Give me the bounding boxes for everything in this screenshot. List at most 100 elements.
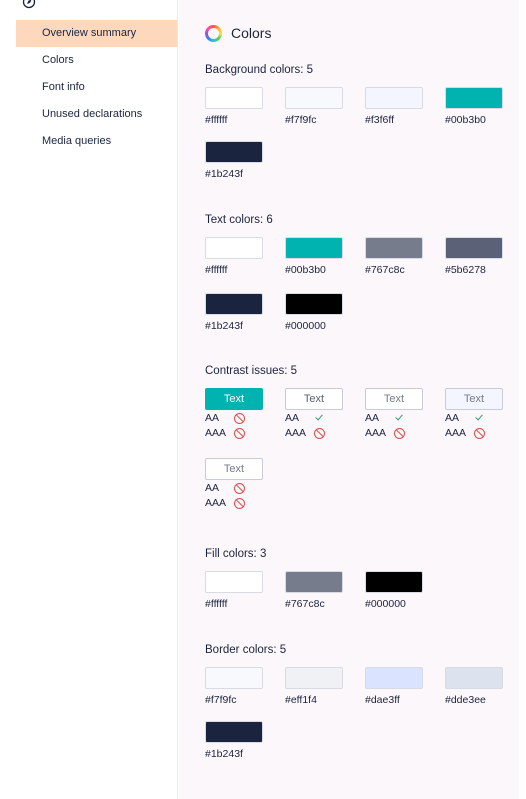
swatch-item[interactable]: #ffffff	[205, 571, 265, 610]
sidebar-item-unused-declarations[interactable]: Unused declarations	[16, 101, 177, 128]
contrast-sample[interactable]: Text	[285, 388, 343, 410]
contrast-sample[interactable]: Text	[445, 388, 503, 410]
aa-rating: AA	[445, 411, 505, 425]
compass-icon[interactable]	[22, 0, 36, 10]
aaa-rating-label: AAA	[205, 427, 227, 439]
swatch-item[interactable]: #767c8c	[365, 237, 425, 276]
aaa-rating-label: AAA	[205, 497, 227, 509]
aa-rating-label: AA	[205, 482, 220, 494]
aaa-rating-label: AAA	[285, 427, 307, 439]
aa-rating: AA	[205, 411, 265, 425]
color-swatch[interactable]	[285, 293, 343, 315]
sidebar-item-media-queries[interactable]: Media queries	[16, 128, 177, 155]
swatch-item[interactable]: #1b243f	[205, 721, 265, 760]
fail-icon	[234, 412, 245, 424]
contrast-sample[interactable]: Text	[205, 388, 263, 410]
color-swatch[interactable]	[365, 237, 423, 259]
swatch-label: #000000	[285, 320, 326, 332]
aaa-rating: AAA	[285, 426, 345, 440]
swatch-item[interactable]: #1b243f	[205, 141, 265, 180]
contrast-item[interactable]: Text AA AAA	[365, 388, 425, 440]
swatch-item[interactable]: #000000	[285, 293, 345, 332]
swatch-label: #f3f6ff	[365, 114, 394, 126]
color-swatch[interactable]	[205, 141, 263, 163]
contrast-item[interactable]: Text AA AAA	[285, 388, 345, 440]
swatch-label: #f7f9fc	[285, 114, 317, 126]
color-swatch[interactable]	[205, 87, 263, 109]
color-swatch[interactable]	[445, 237, 503, 259]
section-title: Border colors: 5	[205, 644, 287, 656]
color-swatch[interactable]	[365, 87, 423, 109]
background-colors-section: Background colors: 5 #ffffff #f7f9fc #f3…	[205, 63, 515, 180]
aaa-rating: AAA	[205, 426, 265, 440]
contrast-sample[interactable]: Text	[365, 388, 423, 410]
swatch-label: #00b3b0	[285, 264, 326, 276]
swatch-item[interactable]: #1b243f	[205, 293, 265, 332]
color-swatch[interactable]	[205, 667, 263, 689]
main-panel: Colors Background colors: 5 #ffffff #f7f…	[179, 0, 519, 799]
contrast-sample[interactable]: Text	[205, 458, 263, 480]
swatch-item[interactable]: #00b3b0	[445, 87, 505, 126]
contrast-item[interactable]: Text AA AAA	[205, 388, 265, 440]
swatch-item[interactable]: #000000	[365, 571, 425, 610]
contrast-item[interactable]: Text AA AAA	[445, 388, 505, 440]
swatch-item[interactable]: #ffffff	[205, 87, 265, 126]
swatch-item[interactable]: #f7f9fc	[205, 667, 265, 706]
aaa-rating: AAA	[365, 426, 425, 440]
swatch-label: #767c8c	[285, 598, 325, 610]
sidebar-item-font-info[interactable]: Font info	[16, 74, 177, 101]
fail-icon	[314, 427, 325, 439]
aaa-rating: AAA	[445, 426, 505, 440]
aa-rating: AA	[365, 411, 425, 425]
section-title: Text colors: 6	[205, 214, 273, 226]
color-swatch[interactable]	[445, 87, 503, 109]
swatch-item[interactable]: #dae3ff	[365, 667, 425, 706]
swatch-label: #ffffff	[205, 114, 228, 126]
swatch-item[interactable]: #f7f9fc	[285, 87, 345, 126]
checkmark-icon	[314, 413, 325, 424]
swatch-label: #5b6278	[445, 264, 486, 276]
swatch-label: #ffffff	[205, 598, 228, 610]
swatch-item[interactable]: #767c8c	[285, 571, 345, 610]
color-swatch[interactable]	[285, 237, 343, 259]
sidebar-item-colors[interactable]: Colors	[16, 47, 177, 74]
color-swatch[interactable]	[285, 87, 343, 109]
aa-rating: AA	[205, 481, 265, 495]
contrast-item[interactable]: Text AA AAA	[205, 458, 265, 510]
color-swatch[interactable]	[205, 293, 263, 315]
swatch-item[interactable]: #5b6278	[445, 237, 505, 276]
swatch-label: #000000	[365, 598, 406, 610]
sidebar: Overview summary Colors Font info Unused…	[16, 0, 178, 799]
swatch-label: #f7f9fc	[205, 694, 237, 706]
color-swatch[interactable]	[445, 667, 503, 689]
swatch-item[interactable]: #00b3b0	[285, 237, 345, 276]
page-title: Colors	[231, 25, 272, 41]
fail-icon	[234, 427, 245, 439]
sidebar-item-overview-summary[interactable]: Overview summary	[16, 20, 177, 47]
fail-icon	[474, 427, 485, 439]
swatch-label: #767c8c	[365, 264, 405, 276]
swatch-item[interactable]: #dde3ee	[445, 667, 505, 706]
color-swatch[interactable]	[205, 237, 263, 259]
color-wheel-icon	[205, 24, 222, 42]
color-swatch[interactable]	[205, 721, 263, 743]
swatch-item[interactable]: #ffffff	[205, 237, 265, 276]
color-swatch[interactable]	[365, 571, 423, 593]
contrast-issues-section: Contrast issues: 5 Text AA AAA Text AA AAA Tex…	[205, 364, 515, 509]
fail-icon	[394, 427, 405, 439]
color-swatch[interactable]	[285, 667, 343, 689]
fill-colors-section: Fill colors: 3 #ffffff #767c8c #000000	[205, 547, 515, 610]
swatch-label: #00b3b0	[445, 114, 486, 126]
swatch-label: #1b243f	[205, 748, 243, 760]
aa-rating-label: AA	[365, 412, 380, 424]
swatch-item[interactable]: #f3f6ff	[365, 87, 425, 126]
fail-icon	[234, 482, 245, 494]
sidebar-nav: Overview summary Colors Font info Unused…	[16, 20, 177, 155]
color-swatch[interactable]	[365, 667, 423, 689]
aaa-rating: AAA	[205, 496, 265, 510]
color-swatch[interactable]	[205, 571, 263, 593]
color-swatch[interactable]	[285, 571, 343, 593]
swatch-item[interactable]: #eff1f4	[285, 667, 345, 706]
aaa-rating-label: AAA	[445, 427, 467, 439]
swatch-label: #ffffff	[205, 264, 228, 276]
